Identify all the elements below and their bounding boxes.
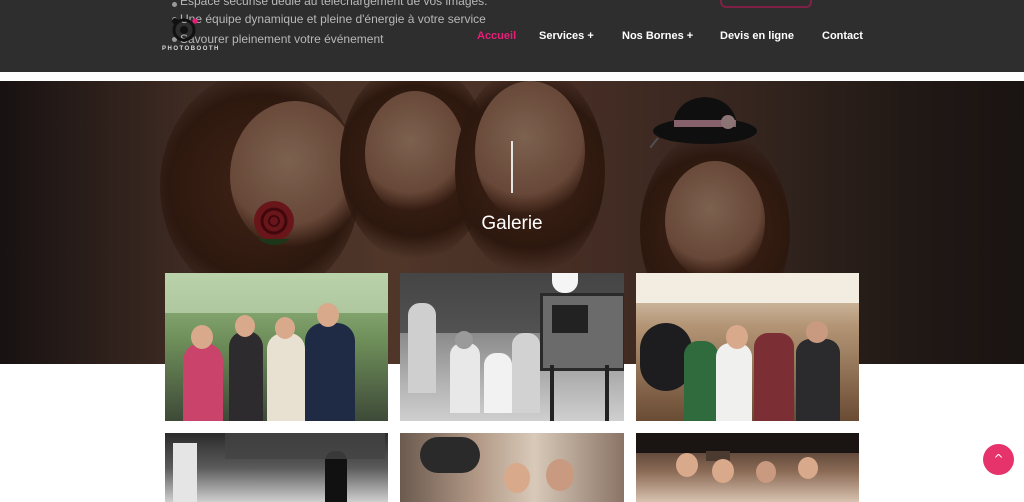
gallery-photo-3[interactable] <box>636 273 859 421</box>
main-navigation: Accueil Services + Nos Bornes + Devis en… <box>0 30 1024 46</box>
photo-image <box>400 273 624 421</box>
nav-item-contact[interactable]: Contact <box>822 30 863 42</box>
gallery-photo-1[interactable] <box>165 273 388 421</box>
photo-image <box>165 433 388 502</box>
list-bullet <box>172 2 177 7</box>
nav-item-nos-bornes[interactable]: Nos Bornes + <box>622 30 693 42</box>
chevron-up-icon: ^ <box>993 452 1004 466</box>
photo-image <box>636 433 859 502</box>
site-header: Espace sécurisé dédié au téléchargement … <box>0 0 1024 72</box>
gallery-photo-5[interactable] <box>400 433 624 502</box>
photo-image <box>165 273 388 421</box>
logo-text: PHOTOBOOTH <box>162 46 220 52</box>
nav-item-services[interactable]: Services + <box>539 30 594 42</box>
page-title: Galerie <box>481 213 543 234</box>
gallery-photo-4[interactable] <box>165 433 388 502</box>
photo-image <box>636 273 859 421</box>
gallery-photo-6[interactable] <box>636 433 859 502</box>
gallery-photo-2[interactable] <box>400 273 624 421</box>
nav-item-accueil[interactable]: Accueil <box>477 30 516 42</box>
underlay-text-line: Espace sécurisé dédié au téléchargement … <box>180 0 488 8</box>
header-separator <box>0 72 1024 81</box>
underlay-frame <box>720 0 812 8</box>
scroll-to-top-button[interactable]: ^ <box>983 444 1014 475</box>
underlay-text-line: Une équipe dynamique et pleine d'énergie… <box>180 12 486 26</box>
hero-vertical-line <box>511 141 513 193</box>
nav-item-devis-en-ligne[interactable]: Devis en ligne <box>720 30 794 42</box>
photo-image <box>400 433 624 502</box>
